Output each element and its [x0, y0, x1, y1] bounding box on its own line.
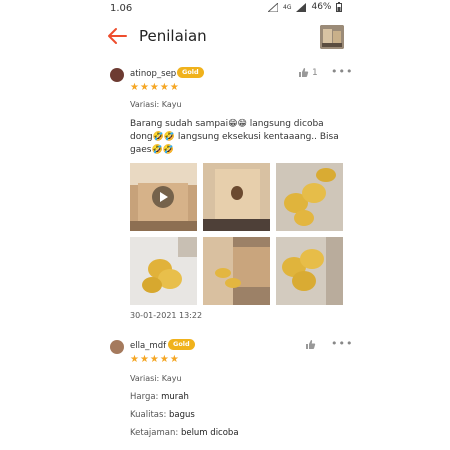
battery-icon [336, 2, 343, 12]
app-bar: Penilaian [0, 18, 450, 56]
rating-stars: ★★★★★ [130, 82, 180, 93]
more-options-icon[interactable]: ••• [331, 337, 353, 350]
review-photo[interactable] [276, 237, 343, 305]
review-video[interactable] [130, 163, 197, 231]
more-options-icon[interactable]: ••• [331, 65, 353, 78]
review-text: Barang sudah sampai😁😁 langsung dicoba do… [130, 119, 339, 155]
review-media-grid [130, 163, 343, 305]
avatar[interactable] [110, 340, 124, 354]
detail-value: belum dicoba [180, 428, 239, 438]
signal-empty-icon [268, 2, 278, 12]
page-title: Penilaian [139, 27, 207, 45]
detail-label: Kualitas: [130, 410, 167, 420]
status-time: 1.06 [110, 3, 133, 14]
rating-stars: ★★★★★ [130, 354, 180, 365]
detail-harga: Harga: murah [130, 392, 189, 402]
detail-label: Harga: [130, 392, 159, 402]
review-photo[interactable] [130, 237, 197, 305]
review-username: atinop_sep [130, 69, 177, 79]
detail-ketajaman: Ketajaman: belum dicoba [130, 428, 239, 438]
variant-label: Variasi: Kayu [130, 374, 182, 383]
signal-icon [296, 2, 307, 12]
review-photo[interactable] [276, 163, 343, 231]
like-count: 1 [312, 68, 318, 78]
detail-value: bagus [169, 410, 195, 420]
detail-label: Ketajaman: [130, 428, 179, 438]
back-arrow-icon[interactable] [106, 27, 128, 45]
review-item: atinop_sep Gold 1 ••• ★★★★★ Variasi: Kay… [0, 62, 450, 322]
thumbs-up-icon[interactable] [305, 339, 316, 350]
status-icons: 4G 46% [268, 2, 343, 12]
battery-percent: 46% [311, 2, 332, 12]
detail-value: murah [161, 392, 189, 402]
product-thumbnail[interactable] [320, 25, 344, 49]
review-item: ella_mdf Gold ••• ★★★★★ Variasi: Kayu Ha… [0, 334, 450, 450]
detail-kualitas: Kualitas: bagus [130, 410, 195, 420]
play-icon[interactable] [152, 186, 174, 208]
review-username: ella_mdf [130, 341, 167, 351]
status-bar: 1.06 4G 46% [0, 0, 450, 18]
gold-badge: Gold [177, 67, 204, 78]
gold-badge: Gold [168, 339, 195, 350]
review-photo[interactable] [203, 163, 270, 231]
variant-label: Variasi: Kayu [130, 100, 182, 109]
avatar[interactable] [110, 68, 124, 82]
review-photo[interactable] [203, 237, 270, 305]
review-date: 30-01-2021 13:22 [130, 311, 203, 320]
thumbs-up-icon[interactable] [298, 67, 309, 78]
network-type: 4G [283, 3, 292, 11]
